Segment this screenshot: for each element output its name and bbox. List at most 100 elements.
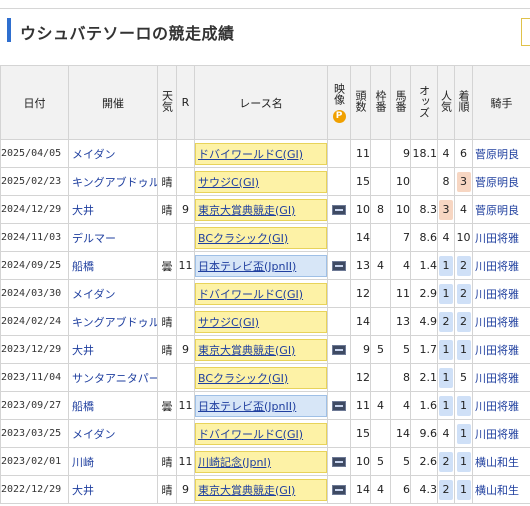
odds-cell: 1.4 xyxy=(410,251,438,280)
round-cell xyxy=(176,223,195,252)
race-name-link[interactable]: 日本テレビ盃(JpnII) xyxy=(195,394,327,417)
weather-cell: 晴 xyxy=(157,307,177,336)
venue-link[interactable]: 川崎 xyxy=(70,456,94,469)
heads-cell: 10 xyxy=(350,447,371,476)
jockey-link[interactable]: 横山和生 xyxy=(474,484,519,497)
round-cell xyxy=(176,139,195,168)
header-finish: 着順 xyxy=(454,65,473,140)
venue-link[interactable]: 大井 xyxy=(70,484,94,497)
popularity-value: 2 xyxy=(439,451,453,472)
race-name-link[interactable]: 東京大賞典競走(GI) xyxy=(195,478,327,501)
venue-link[interactable]: キングアブドゥル xyxy=(70,176,157,189)
race-name-link[interactable]: ドバイワールドC(GI) xyxy=(195,282,327,305)
race-date: 2025/04/05 xyxy=(0,139,69,168)
weather-cell: 晴 xyxy=(157,335,177,364)
popularity-cell: 4 xyxy=(437,223,455,252)
jockey-link[interactable]: 川田将雅 xyxy=(474,372,519,385)
race-name-link[interactable]: 東京大賞典競走(GI) xyxy=(195,198,327,221)
race-results-table: 日付 開催 天気 R レース名 映像 P 頭数 枠番 馬番 オッズ 人気 着順 騎… xyxy=(0,65,530,504)
horse-no-cell: 5 xyxy=(390,335,411,364)
odds-cell: 4.9 xyxy=(410,307,438,336)
finish-value: 1 xyxy=(456,479,471,500)
jockey-link[interactable]: 川田将雅 xyxy=(474,316,519,329)
venue-link[interactable]: 船橋 xyxy=(70,260,94,273)
header-side-button[interactable] xyxy=(521,18,530,46)
video-icon[interactable] xyxy=(332,345,346,355)
jockey-link[interactable]: 川田将雅 xyxy=(474,400,519,413)
horse-no-cell: 10 xyxy=(390,167,411,196)
jockey-link[interactable]: 横山和生 xyxy=(474,456,519,469)
jockey-cell: 川田将雅 xyxy=(472,279,530,308)
table-row: 2023/03/25 メイダン ドバイワールドC(GI) 15 14 9.6 4 1 川田将雅 xyxy=(0,419,530,448)
top-divider xyxy=(0,8,530,9)
video-icon[interactable] xyxy=(332,485,346,495)
odds-cell: 8.3 xyxy=(410,195,438,224)
round-cell: 9 xyxy=(176,195,195,224)
video-icon[interactable] xyxy=(332,261,346,271)
video-icon[interactable] xyxy=(332,457,346,467)
race-date: 2025/02/23 xyxy=(0,167,69,196)
odds-cell: 9.6 xyxy=(410,419,438,448)
jockey-link[interactable]: 菅原明良 xyxy=(474,176,519,189)
table-row: 2024/03/30 メイダン ドバイワールドC(GI) 12 11 2.9 1 2 川田将雅 xyxy=(0,279,530,308)
finish-value: 1 xyxy=(456,451,471,472)
venue-link[interactable]: 大井 xyxy=(70,204,94,217)
jockey-link[interactable]: 川田将雅 xyxy=(474,288,519,301)
race-name-link[interactable]: サウジC(GI) xyxy=(195,170,327,193)
venue-link[interactable]: キングアブドゥル xyxy=(70,316,157,329)
venue-link[interactable]: サンタアニタパー xyxy=(70,372,157,385)
popularity-value: 4 xyxy=(442,426,450,440)
jockey-link[interactable]: 川田将雅 xyxy=(474,428,519,441)
header-venue: 開催 xyxy=(68,65,158,140)
round-cell xyxy=(176,419,195,448)
video-icon[interactable] xyxy=(332,205,346,215)
venue-link[interactable]: メイダン xyxy=(70,148,116,161)
weather-cell xyxy=(157,363,177,392)
venue-link[interactable]: 大井 xyxy=(70,344,94,357)
finish-cell: 3 xyxy=(454,167,473,196)
race-name-link[interactable]: ドバイワールドC(GI) xyxy=(195,422,327,445)
frame-cell xyxy=(370,363,391,392)
venue-link[interactable]: デルマー xyxy=(70,232,116,245)
frame-cell xyxy=(370,139,391,168)
weather-cell xyxy=(157,223,177,252)
jockey-link[interactable]: 川田将雅 xyxy=(474,344,519,357)
finish-cell: 5 xyxy=(454,363,473,392)
frame-cell: 5 xyxy=(370,447,391,476)
finish-value: 2 xyxy=(456,283,471,304)
race-name-link[interactable]: ドバイワールドC(GI) xyxy=(195,142,327,165)
popularity-cell: 3 xyxy=(437,195,455,224)
race-name-link[interactable]: 川崎記念(JpnI) xyxy=(195,450,327,473)
horse-no-cell: 6 xyxy=(390,475,411,504)
venue-cell: 船橋 xyxy=(68,391,158,420)
venue-link[interactable]: メイダン xyxy=(70,288,116,301)
popularity-value: 3 xyxy=(439,199,453,220)
race-name-link[interactable]: BCクラシック(GI) xyxy=(195,366,327,389)
race-name-link[interactable]: 東京大賞典競走(GI) xyxy=(195,338,327,361)
odds-cell: 1.6 xyxy=(410,391,438,420)
jockey-link[interactable]: 川田将雅 xyxy=(474,260,519,273)
venue-link[interactable]: 船橋 xyxy=(70,400,94,413)
odds-cell: 18.1 xyxy=(410,139,438,168)
finish-cell: 2 xyxy=(454,251,473,280)
race-date: 2024/03/30 xyxy=(0,279,69,308)
video-icon[interactable] xyxy=(332,401,346,411)
header-movie: 映像 P xyxy=(327,65,351,140)
popularity-value: 1 xyxy=(439,339,453,360)
frame-cell xyxy=(370,167,391,196)
race-name-link[interactable]: サウジC(GI) xyxy=(195,310,327,333)
movie-cell xyxy=(327,363,351,392)
race-name-link[interactable]: 日本テレビ盃(JpnII) xyxy=(195,254,327,277)
heads-cell: 14 xyxy=(350,307,371,336)
frame-cell xyxy=(370,223,391,252)
race-name-link[interactable]: BCクラシック(GI) xyxy=(195,226,327,249)
race-cell: 東京大賞典競走(GI) xyxy=(194,195,328,224)
jockey-link[interactable]: 菅原明良 xyxy=(474,204,519,217)
venue-link[interactable]: メイダン xyxy=(70,428,116,441)
jockey-link[interactable]: 川田将雅 xyxy=(474,232,519,245)
jockey-link[interactable]: 菅原明良 xyxy=(474,148,519,161)
table-row: 2023/02/01 川崎晴 11 川崎記念(JpnI) 10 5 5 2.6 2 1 横山和生 xyxy=(0,447,530,476)
weather-cell: 晴 xyxy=(157,475,177,504)
finish-value: 2 xyxy=(456,255,471,276)
horse-no-cell: 8 xyxy=(390,363,411,392)
